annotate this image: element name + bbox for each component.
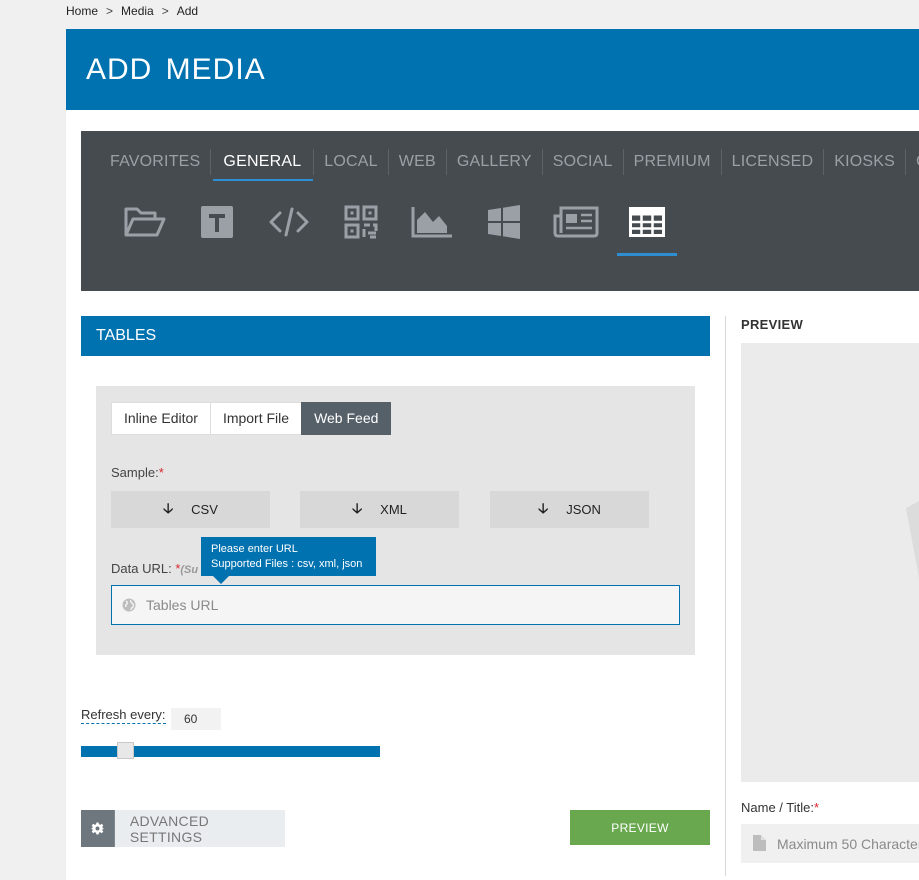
refresh-slider-handle[interactable]: [117, 742, 134, 759]
url-tooltip: Please enter URL Supported Files : csv, …: [201, 537, 376, 584]
sample-label: Sample:*: [111, 465, 164, 480]
download-xml-label: XML: [380, 502, 407, 517]
download-csv-button[interactable]: 🡣 CSV: [111, 491, 270, 528]
code-icon[interactable]: [265, 198, 313, 246]
required-mark: *: [158, 465, 164, 480]
refresh-label: Refresh every:: [81, 707, 166, 724]
section-title: TABLES: [96, 327, 157, 344]
file-icon: [753, 835, 766, 856]
tab-custom[interactable]: CUSTOM: [906, 149, 919, 175]
page-title: ADD MEDIA: [86, 53, 266, 86]
gear-icon-box: [81, 810, 115, 847]
media-type-panel: FAVORITES GENERAL LOCAL WEB GALLERY SOCIAL PRE…: [81, 131, 919, 291]
tab-kiosks[interactable]: KIOSKS: [824, 149, 907, 175]
arrow-down-icon: 🡣: [352, 499, 363, 516]
name-title-field: [741, 824, 919, 863]
data-url-field: [111, 585, 680, 625]
tab-licensed[interactable]: LICENSED: [722, 149, 825, 175]
text-t-icon[interactable]: [193, 198, 241, 246]
breadcrumb-separator: >: [106, 4, 114, 18]
globe-icon: [122, 598, 136, 617]
preview-area: [741, 343, 919, 782]
breadcrumb-media[interactable]: Media: [121, 4, 154, 18]
sample-label-text: Sample:: [111, 465, 159, 480]
windows-icon[interactable]: [480, 198, 528, 246]
preview-placeholder-shape: [906, 501, 919, 578]
name-title-input[interactable]: [777, 824, 919, 863]
page-header: ADD MEDIA: [66, 29, 919, 110]
download-xml-button[interactable]: 🡣 XML: [300, 491, 459, 528]
tab-web[interactable]: WEB: [389, 149, 447, 175]
refresh-interval-input[interactable]: [171, 708, 221, 730]
section-header: TABLES: [81, 316, 710, 356]
tab-import-file[interactable]: Import File: [209, 402, 302, 435]
tab-social[interactable]: SOCIAL: [543, 149, 624, 175]
tab-gallery[interactable]: GALLERY: [447, 149, 543, 175]
newspaper-icon[interactable]: [552, 198, 600, 246]
data-url-label: Data URL: *(Su: [111, 561, 198, 576]
breadcrumb-add: Add: [176, 4, 199, 18]
advanced-settings-label: ADVANCED SETTINGS: [129, 812, 210, 845]
tooltip-line-2: Supported Files : csv, xml, json: [211, 558, 363, 570]
table-source-panel: Inline Editor Import File Web Feed Sampl…: [96, 386, 695, 655]
data-url-hint: (Su: [180, 564, 199, 576]
tab-web-feed[interactable]: Web Feed: [301, 402, 392, 435]
area-chart-icon[interactable]: [408, 198, 456, 246]
tab-local[interactable]: LOCAL: [314, 149, 389, 175]
download-json-label: JSON: [566, 502, 601, 517]
tooltip-line-1: Please enter URL: [211, 543, 298, 555]
breadcrumb: Home > Media > Add: [66, 4, 198, 18]
column-divider: [725, 316, 726, 876]
arrow-down-icon: 🡣: [163, 499, 174, 516]
preview-title: PREVIEW: [741, 317, 804, 332]
tab-inline-editor[interactable]: Inline Editor: [111, 402, 210, 435]
arrow-down-icon: 🡣: [538, 499, 549, 516]
download-csv-label: CSV: [191, 502, 218, 517]
name-title-label-text: Name / Title:: [741, 800, 814, 815]
tab-premium[interactable]: PREMIUM: [624, 149, 722, 175]
name-title-label: Name / Title:*: [741, 800, 819, 815]
required-mark: *: [813, 800, 820, 815]
breadcrumb-home[interactable]: Home: [66, 4, 98, 18]
table-icon[interactable]: [617, 198, 677, 256]
data-url-label-text: Data URL:: [111, 561, 172, 576]
preview-button[interactable]: PREVIEW: [570, 810, 710, 845]
breadcrumb-separator: >: [161, 4, 169, 18]
category-tabs: FAVORITES GENERAL LOCAL WEB GALLERY SOCIAL PRE…: [100, 149, 919, 181]
gear-icon: [91, 822, 105, 835]
folder-open-icon[interactable]: [121, 198, 169, 246]
data-url-input[interactable]: [146, 586, 666, 624]
tab-general[interactable]: GENERAL: [211, 149, 315, 181]
download-json-button[interactable]: 🡣 JSON: [490, 491, 649, 528]
tab-favorites[interactable]: FAVORITES: [100, 149, 212, 175]
source-tabs: Inline Editor Import File Web Feed: [111, 402, 392, 435]
advanced-settings-button[interactable]: ADVANCED SETTINGS: [81, 810, 285, 847]
qr-code-icon[interactable]: [337, 198, 385, 246]
